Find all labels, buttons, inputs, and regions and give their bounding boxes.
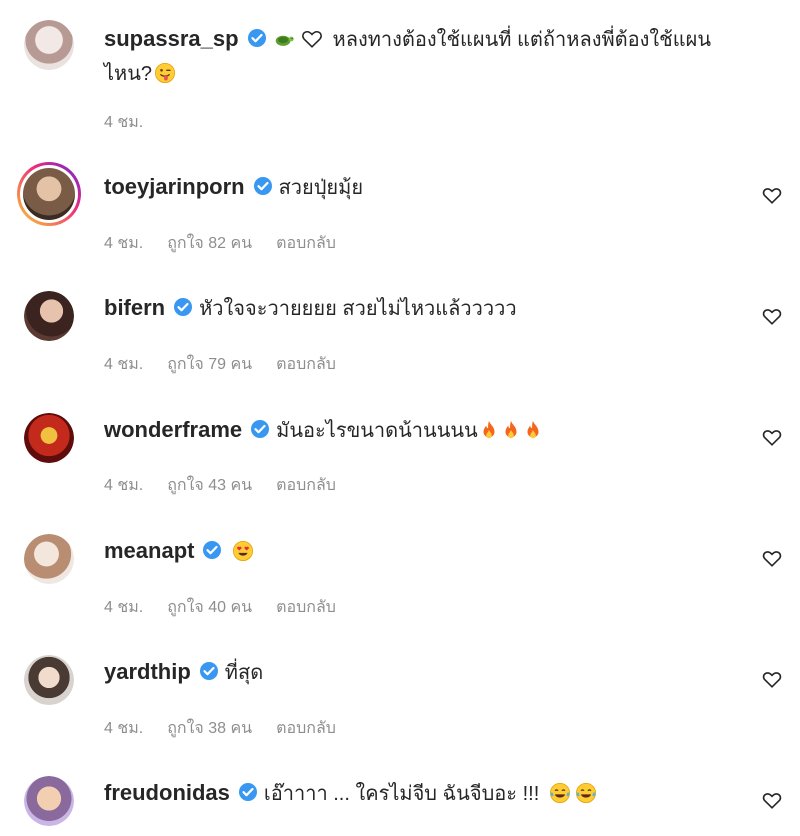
comment-text: สวยปุ่ยมุ้ย [278,177,364,199]
like-heart-icon[interactable] [762,428,782,446]
verified-badge-icon [199,662,218,680]
heart-eyes-emoji-icon [233,541,254,561]
like-heart-icon[interactable] [762,186,782,204]
reply-button[interactable]: ตอบกลับ [276,599,336,616]
comment-text: เอ๊าาาา ... ใครไม่จีบ ฉันจีบอะ !!! [263,783,540,805]
verified-badge-icon [247,29,266,47]
comment-likes[interactable]: ถูกใจ 40 คน [167,599,252,616]
comment-meta: 4 ชม. ถูกใจ 79 คน ตอบกลับ [104,352,360,377]
fire-emoji-icon [505,420,517,439]
fire-emoji-icon [527,420,539,439]
comment-time: 4 ชม. [104,599,144,616]
comment-meta: 4 ชม. [104,110,167,135]
comment-time: 4 ชม. [104,114,144,131]
comment-username[interactable]: toeyjarinporn [104,174,245,199]
like-heart-icon[interactable] [762,549,782,567]
like-heart-icon[interactable] [762,791,782,809]
turtle-emoji-icon [275,35,294,46]
verified-badge-icon [203,541,222,559]
reply-button[interactable]: ตอบกลับ [276,720,336,737]
comment-text: ที่สุด [224,662,264,684]
tears-of-joy-emoji-icon [576,783,597,803]
comment-time: 4 ชม. [104,356,144,373]
reply-button[interactable]: ตอบกลับ [276,356,336,373]
comment-likes[interactable]: ถูกใจ 79 คน [167,356,252,373]
comment-time: 4 ชม. [104,477,144,494]
comment-meta: 4 ชม. ถูกใจ 82 คน ตอบกลับ [104,231,360,256]
avatar[interactable] [24,291,74,341]
comment-likes[interactable]: ถูกใจ 43 คน [167,477,252,494]
comment-text: มันอะไรขนาดน้านนนน [276,420,478,442]
avatar[interactable] [24,20,74,70]
like-heart-icon[interactable] [762,670,782,688]
comment-username[interactable]: wonderframe [104,417,242,442]
comment-username[interactable]: yardthip [104,659,191,684]
avatar[interactable] [24,655,74,705]
white-heart-emoji-icon [301,31,322,48]
reply-button[interactable]: ตอบกลับ [276,235,336,252]
verified-badge-icon [253,177,272,195]
comment-meta: 4 ชม. ถูกใจ 40 คน ตอบกลับ [104,595,360,620]
comment-likes[interactable]: ถูกใจ 38 คน [167,720,252,737]
comment-meta: 4 ชม. ถูกใจ 43 คน ตอบกลับ [104,473,360,498]
avatar-story-ring[interactable] [17,162,81,226]
comment-time: 4 ชม. [104,720,144,737]
avatar[interactable] [24,534,74,584]
comments-list: supassra_sp หลงทางต้องใช้แผนที่ แต่ถ้าหลง… [0,0,800,836]
comment-likes[interactable]: ถูกใจ 82 คน [167,235,252,252]
avatar[interactable] [24,413,74,463]
like-heart-icon[interactable] [762,307,782,325]
reply-button[interactable]: ตอบกลับ [276,477,336,494]
avatar[interactable] [24,776,74,826]
comment-username[interactable]: bifern [104,295,165,320]
comment-time: 4 ชม. [104,235,144,252]
tears-of-joy-emoji-icon [550,783,571,803]
comment-text: หัวใจจะวายยยย สวยไม่ไหวแล้ววววว [199,298,517,320]
verified-badge-icon [251,420,270,438]
fire-emoji-icon [483,420,495,439]
verified-badge-icon [238,783,257,801]
comment-meta: 4 ชม. ถูกใจ 38 คน ตอบกลับ [104,716,360,741]
verified-badge-icon [174,298,193,316]
comment-username[interactable]: supassra_sp [104,26,239,51]
comment-username[interactable]: meanapt [104,538,194,563]
winking-tongue-emoji-icon [155,63,176,83]
comment-username[interactable]: freudonidas [104,780,230,805]
